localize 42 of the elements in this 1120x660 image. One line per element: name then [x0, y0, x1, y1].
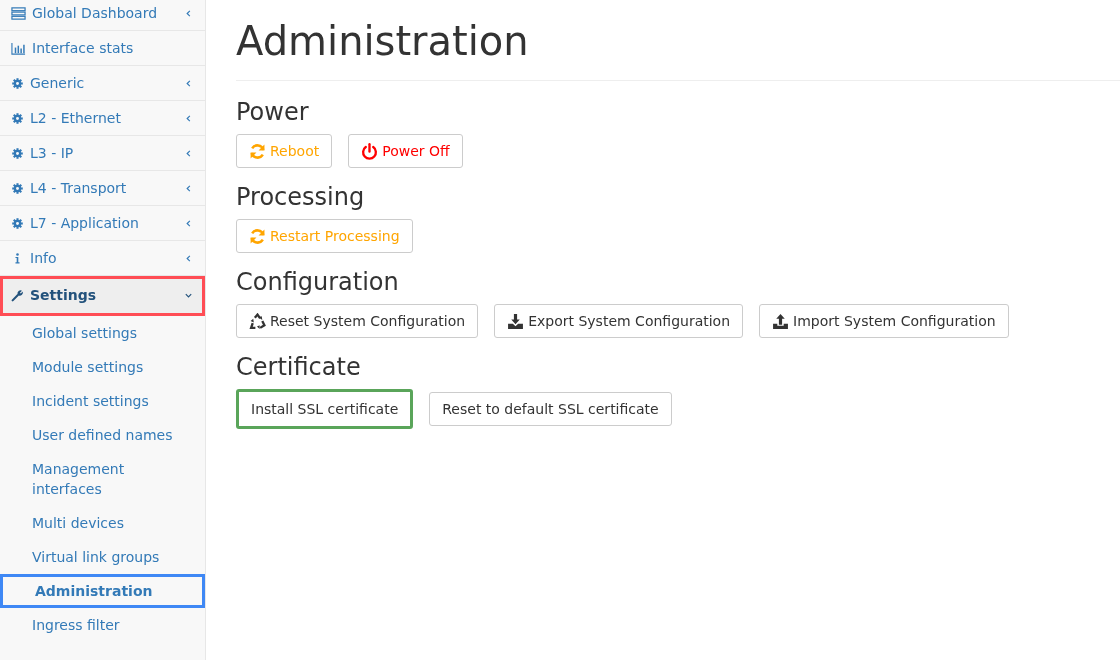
- dashboard-icon: [11, 5, 26, 21]
- action-button[interactable]: Export System Configuration: [494, 304, 744, 338]
- submenu-item[interactable]: Ingress filter: [0, 608, 205, 642]
- bar-chart-icon: [11, 40, 26, 56]
- submenu-item[interactable]: Incident settings: [0, 384, 205, 418]
- download-icon: [507, 312, 525, 330]
- sidebar-item[interactable]: L3 - IP: [0, 136, 205, 171]
- action-button[interactable]: Reset System Configuration: [236, 304, 479, 338]
- section-heading: Configuration: [236, 267, 400, 297]
- sidebar-item[interactable]: Global Dashboard: [0, 0, 205, 31]
- sidebar-item[interactable]: Interface stats: [0, 31, 205, 66]
- submenu-item[interactable]: Global settings: [0, 316, 205, 350]
- action-button[interactable]: Import System Configuration: [759, 304, 1009, 338]
- sidebar-item[interactable]: L4 - Transport: [0, 171, 205, 206]
- section-heading: Certificate: [236, 352, 362, 382]
- submenu-item[interactable]: Multi devices: [0, 506, 205, 540]
- wrench-icon: [11, 289, 24, 302]
- action-button[interactable]: Power Off: [348, 134, 463, 168]
- submenu-item[interactable]: Module settings: [0, 350, 205, 384]
- upload-icon: [772, 312, 790, 330]
- sidebar-item[interactable]: Generic: [0, 66, 205, 101]
- section-heading: Processing: [236, 182, 366, 212]
- submenu-item[interactable]: Virtual link groups: [0, 540, 205, 574]
- power-icon: [361, 142, 379, 160]
- sidebar-item[interactable]: L2 - Ethernet: [0, 101, 205, 136]
- submenu-item[interactable]: User defined names: [0, 418, 205, 452]
- refresh-icon: [249, 227, 266, 245]
- gear-icon: [11, 146, 24, 160]
- sidebar-item[interactable]: L7 - Application: [0, 206, 205, 241]
- submenu-item[interactable]: Administration: [0, 574, 205, 608]
- gear-icon: [11, 111, 24, 125]
- gear-icon: [11, 76, 24, 90]
- refresh-icon: [249, 142, 266, 160]
- submenu-item[interactable]: Management interfaces: [0, 452, 205, 506]
- section-heading: Power: [236, 97, 310, 127]
- recycle-icon: [249, 312, 266, 330]
- sidebar-item[interactable]: Settings: [0, 276, 205, 316]
- action-button[interactable]: Install SSL certificate: [236, 389, 414, 429]
- gear-icon: [11, 181, 24, 195]
- gear-icon: [11, 216, 24, 230]
- action-button[interactable]: Reset to default SSL certificate: [429, 392, 672, 426]
- page-title: Administration: [236, 17, 530, 66]
